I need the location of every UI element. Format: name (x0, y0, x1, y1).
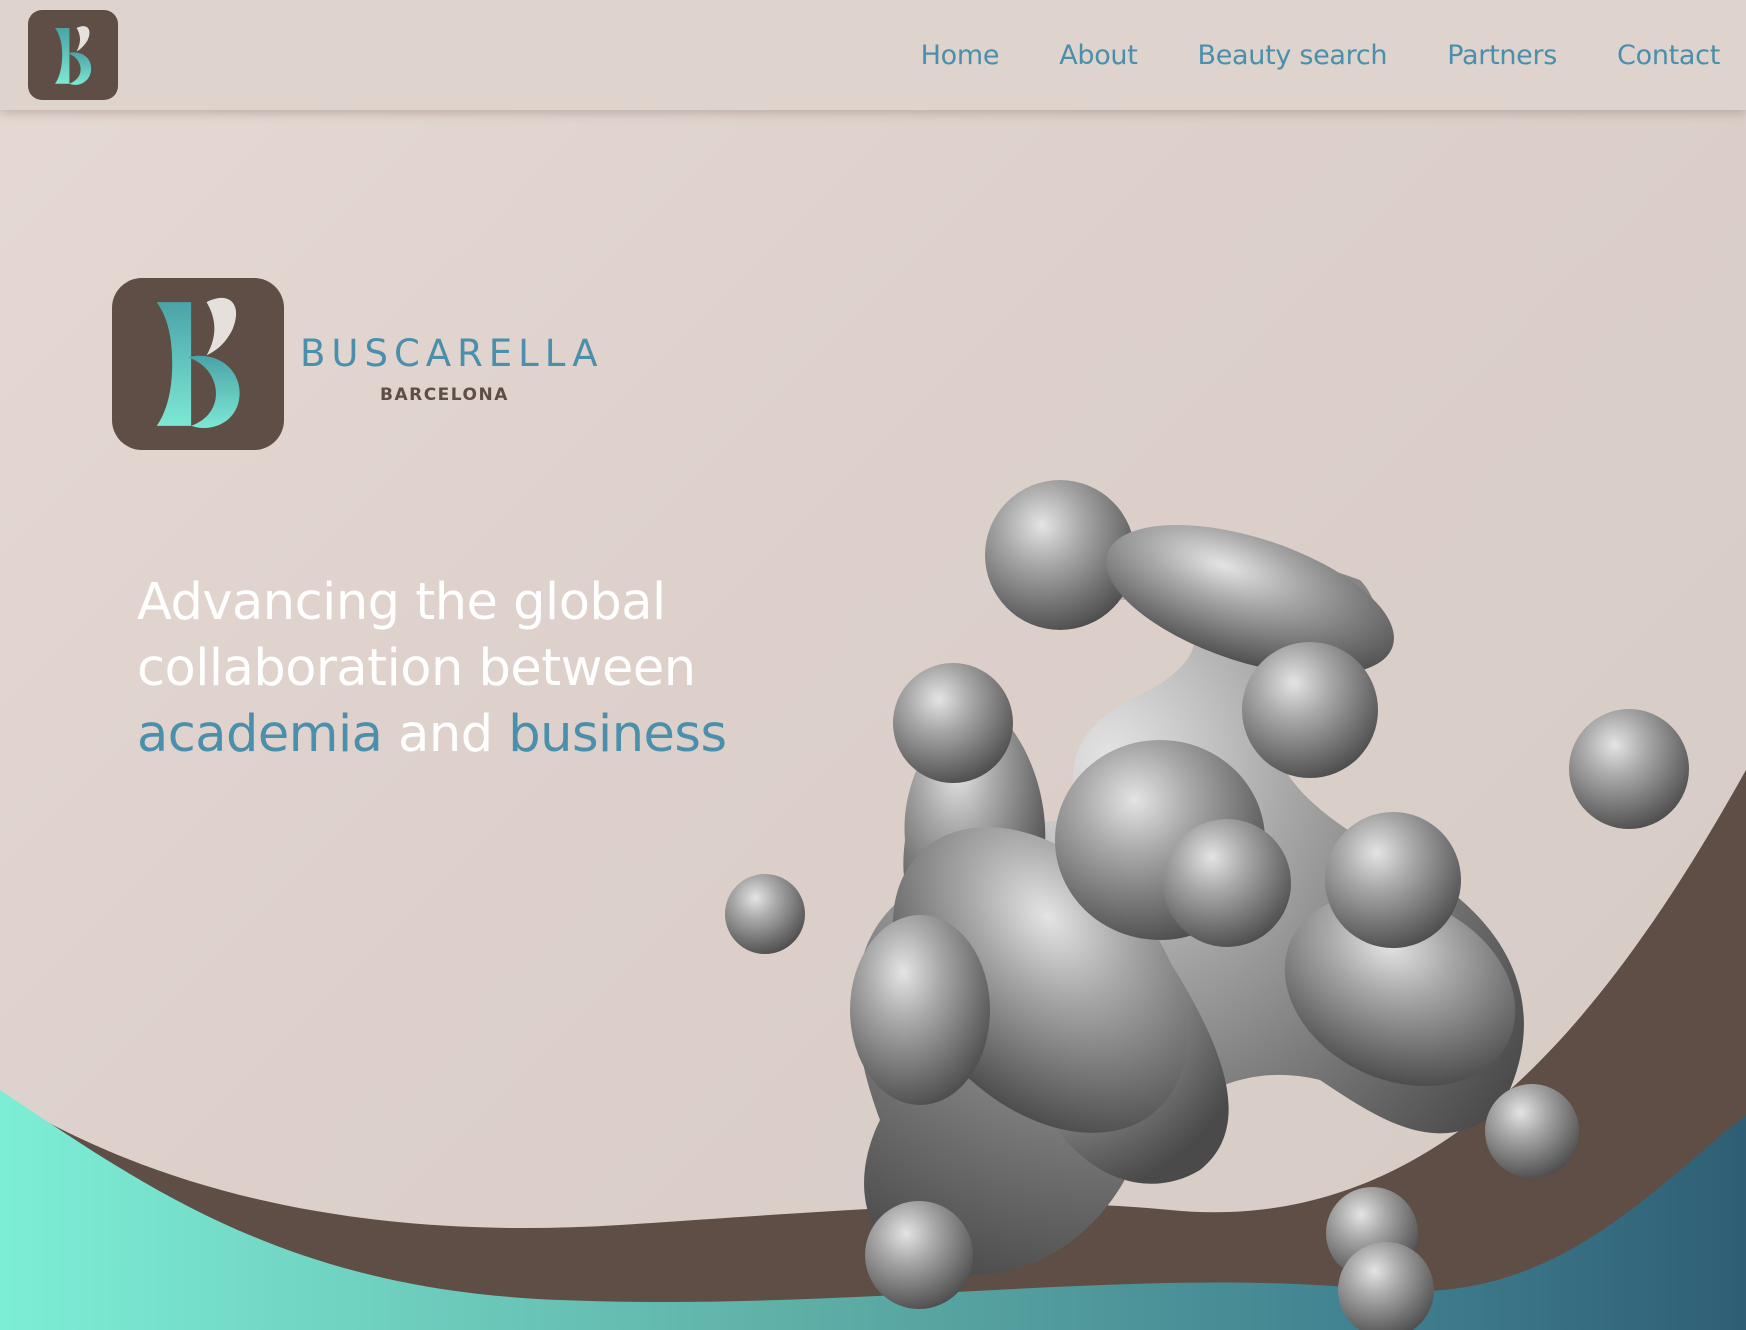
headline-text-2: and (382, 705, 509, 764)
header-logo[interactable] (28, 10, 118, 100)
site-header: Home About Beauty search Partners Contac… (0, 0, 1746, 110)
buscarella-b-monogram-icon (156, 297, 240, 429)
headline-accent-business: business (508, 705, 727, 764)
nav-partners-link[interactable]: Partners (1447, 40, 1557, 71)
headline-accent-academia: academia (137, 705, 383, 764)
buscarella-b-monogram-icon (55, 26, 92, 85)
headline-text-1: Advancing the global collaboration betwe… (137, 573, 696, 698)
hero-headline: Advancing the global collaboration betwe… (137, 570, 757, 768)
hero-logo-mark (112, 278, 284, 450)
nav-home-link[interactable]: Home (921, 40, 1000, 71)
brand-location: BARCELONA (380, 385, 509, 405)
nav-contact-link[interactable]: Contact (1617, 40, 1720, 71)
nav-beauty-search-link[interactable]: Beauty search (1198, 40, 1388, 71)
nav-about-link[interactable]: About (1059, 40, 1138, 71)
main-nav: Home About Beauty search Partners Contac… (921, 0, 1746, 110)
brand-name: BUSCARELLA (300, 332, 604, 375)
